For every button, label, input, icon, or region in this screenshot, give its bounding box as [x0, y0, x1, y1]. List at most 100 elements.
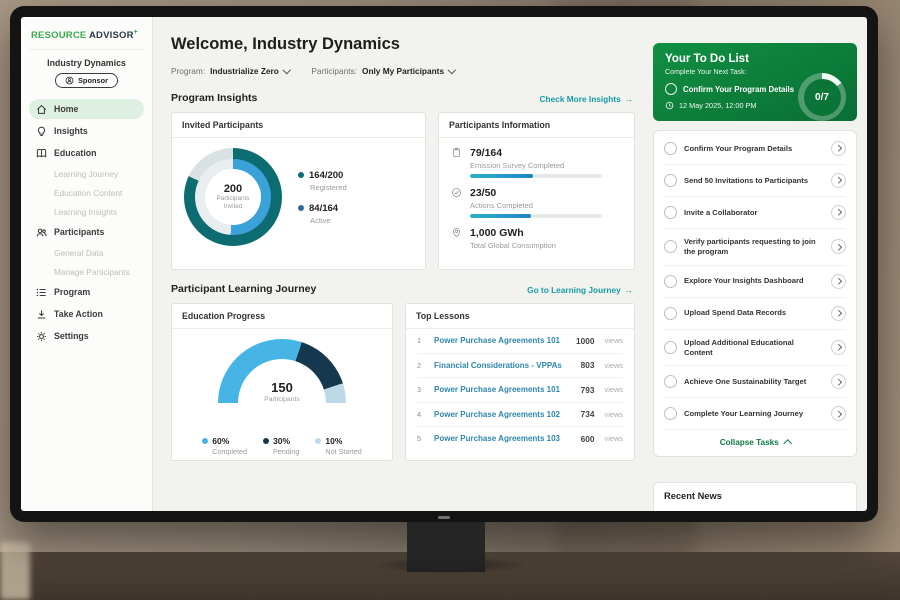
chevron-right-circle-icon[interactable] — [831, 173, 846, 188]
checkbox-circle-icon[interactable] — [664, 341, 677, 354]
checkbox-circle-icon[interactable] — [664, 307, 677, 320]
sidebar-item-label: Insights — [54, 126, 88, 136]
card-title: Invited Participants — [172, 113, 425, 138]
sidebar-item-education[interactable]: Education — [29, 143, 144, 163]
participants-filter-value: Only My Participants — [362, 66, 444, 76]
next-task-row[interactable]: Confirm Your Program Details — [665, 83, 803, 95]
participants-filter-dropdown[interactable]: Participants: Only My Participants — [311, 66, 454, 76]
checkbox-circle-icon[interactable] — [664, 275, 677, 288]
filter-bar: Program: Industrialize Zero Participants… — [171, 66, 635, 76]
task-row[interactable]: Verify participants requesting to join t… — [664, 229, 846, 266]
chevron-right-circle-icon[interactable] — [831, 239, 846, 254]
legend-dot-teal — [298, 172, 304, 178]
sidebar-item-education-content[interactable]: Education Content — [29, 184, 144, 201]
sponsor-badge: Sponsor — [55, 73, 118, 88]
sidebar-item-general-data[interactable]: General Data — [29, 244, 144, 261]
legend-label: Registered — [310, 183, 347, 192]
checkbox-circle-icon[interactable] — [664, 407, 677, 420]
donut-center: 200 Participants Invited — [205, 169, 261, 225]
legend-item-not-started: 10% Not Started — [315, 436, 361, 456]
task-row[interactable]: Upload Spend Data Records — [664, 298, 846, 330]
checkbox-circle-icon[interactable] — [664, 240, 677, 253]
program-insights-header: Program Insights Check More Insights — [171, 92, 633, 104]
home-icon — [36, 104, 47, 115]
checkbox-circle-icon[interactable] — [665, 83, 677, 95]
chevron-right-circle-icon[interactable] — [831, 406, 846, 421]
chevron-right-circle-icon[interactable] — [831, 141, 846, 156]
task-row[interactable]: Explore Your Insights Dashboard — [664, 266, 846, 298]
sidebar-item-insights[interactable]: Insights — [29, 121, 144, 141]
checkbox-circle-icon[interactable] — [664, 174, 677, 187]
stat-bar-0 — [470, 174, 602, 178]
task-row[interactable]: Send 50 Invitations to Participants — [664, 165, 846, 197]
book-icon — [36, 148, 47, 159]
chevron-right-circle-icon[interactable] — [831, 374, 846, 389]
task-row[interactable]: Upload Additional Educational Content — [664, 330, 846, 367]
recent-news-card: Recent News — [653, 482, 857, 511]
lesson-title-link[interactable]: Power Purchase Agreements 103 — [434, 434, 574, 443]
monitor-bezel: RESOURCE ADVISOR+ Industry Dynamics Spon… — [10, 6, 878, 522]
program-filter-label: Program: — [171, 66, 205, 76]
lesson-row[interactable]: 2 Financial Considerations - VPPAs 803vi… — [417, 354, 623, 379]
checkbox-circle-icon[interactable] — [664, 142, 677, 155]
lesson-row[interactable]: 3 Power Purchase Agreements 101 793views — [417, 378, 623, 403]
lesson-title-link[interactable]: Financial Considerations - VPPAs — [434, 361, 574, 370]
monitor-logo-badge — [438, 516, 450, 519]
chevron-right-circle-icon[interactable] — [831, 205, 846, 220]
sidebar-item-manage-participants[interactable]: Manage Participants — [29, 263, 144, 280]
chevron-right-circle-icon[interactable] — [831, 340, 846, 355]
sidebar-item-label: Program — [54, 287, 90, 297]
gauge-center-label: Participants — [264, 396, 300, 403]
program-filter-value: Industrialize Zero — [210, 66, 279, 76]
donut-center-value: 200 — [224, 183, 242, 195]
sidebar-item-program[interactable]: Program — [29, 282, 144, 302]
gauge-center-value: 150 — [271, 381, 293, 394]
go-to-learning-journey-link[interactable]: Go to Learning Journey — [527, 285, 633, 295]
chevron-down-icon — [448, 66, 456, 74]
gear-icon — [36, 331, 47, 342]
card-title: Education Progress — [172, 304, 392, 329]
sidebar-nav: Home Insights Education Learning Journey… — [29, 98, 144, 347]
list-icon — [36, 287, 47, 298]
lesson-views: 793 — [581, 385, 595, 395]
task-row[interactable]: Achieve One Sustainability Target — [664, 366, 846, 398]
legend-value: 164/200 — [309, 170, 343, 181]
lesson-rank: 5 — [417, 434, 427, 443]
chevron-right-circle-icon[interactable] — [831, 274, 846, 289]
legend-value: 60% — [212, 436, 229, 446]
lesson-title-link[interactable]: Power Purchase Agreements 102 — [434, 410, 574, 419]
task-row[interactable]: Invite a Collaborator — [664, 197, 846, 229]
desk-edge-highlight — [0, 542, 30, 600]
legend-item-active: 84/164 Active — [298, 203, 347, 225]
program-filter-dropdown[interactable]: Program: Industrialize Zero — [171, 66, 289, 76]
sidebar-item-learning-insights[interactable]: Learning Insights — [29, 203, 144, 220]
task-row[interactable]: Complete Your Learning Journey — [664, 398, 846, 430]
lesson-row[interactable]: 5 Power Purchase Agreements 103 600views — [417, 427, 623, 451]
invited-participants-card: Invited Participants 200 Participants In… — [171, 112, 426, 270]
sidebar-item-participants[interactable]: Participants — [29, 222, 144, 242]
task-row[interactable]: Confirm Your Program Details — [664, 133, 846, 165]
collapse-tasks-button[interactable]: Collapse Tasks — [664, 430, 846, 456]
sidebar-item-settings[interactable]: Settings — [29, 326, 144, 346]
checkbox-circle-icon[interactable] — [664, 375, 677, 388]
dashboard-screen: RESOURCE ADVISOR+ Industry Dynamics Spon… — [21, 17, 867, 511]
main-content: Welcome, Industry Dynamics Program: Indu… — [153, 17, 649, 511]
lesson-row[interactable]: 4 Power Purchase Agreements 102 734views — [417, 403, 623, 428]
lesson-title-link[interactable]: Power Purchase Agreements 101 — [434, 336, 569, 345]
checkbox-circle-icon[interactable] — [664, 206, 677, 219]
lesson-row[interactable]: 1 Power Purchase Agreements 101 1000view… — [417, 329, 623, 354]
check-more-insights-link[interactable]: Check More Insights — [540, 94, 633, 104]
users-icon — [36, 227, 47, 238]
top-lessons-card: Top Lessons 1 Power Purchase Agreements … — [405, 303, 635, 461]
scene: RESOURCE ADVISOR+ Industry Dynamics Spon… — [0, 0, 900, 600]
chevron-right-circle-icon[interactable] — [831, 306, 846, 321]
stat-label: Emission Survey Completed — [470, 161, 602, 170]
due-date-text: 12 May 2025, 12:00 PM — [679, 101, 756, 110]
lesson-title-link[interactable]: Power Purchase Agreements 101 — [434, 385, 574, 394]
sidebar-item-take-action[interactable]: Take Action — [29, 304, 144, 324]
sidebar-item-home[interactable]: Home — [29, 99, 144, 119]
legend-value: 30% — [273, 436, 290, 446]
donut-center-label: Participants Invited — [211, 195, 255, 210]
card-title: Top Lessons — [406, 304, 634, 329]
sidebar-item-learning-journey[interactable]: Learning Journey — [29, 165, 144, 182]
